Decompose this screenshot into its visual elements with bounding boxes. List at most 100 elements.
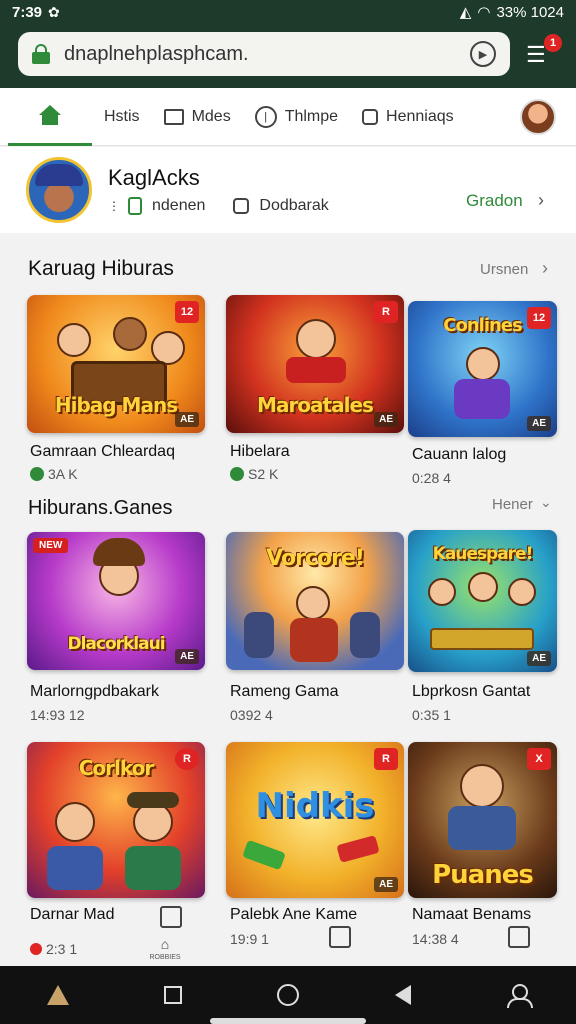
age-badge: AE xyxy=(527,651,551,666)
character-art xyxy=(286,357,346,383)
recents-nav-button[interactable] xyxy=(153,975,193,1015)
back-nav-button[interactable] xyxy=(383,975,423,1015)
tab-home[interactable] xyxy=(8,88,92,146)
game-art-title: Maroatales xyxy=(257,393,374,417)
checkbox-icon[interactable] xyxy=(233,198,250,214)
game-card[interactable]: Hibag Mans 12 AE xyxy=(27,295,205,433)
game-meta: 0392 4 xyxy=(230,707,273,723)
game-title[interactable]: Marlorngpdbakark xyxy=(30,683,159,701)
chevron-down-icon[interactable]: ⌄ xyxy=(540,494,552,511)
tab-hstis[interactable]: Hstis xyxy=(92,88,152,146)
game-card[interactable]: Conlines 12 AE xyxy=(408,301,557,437)
rating-badge: R xyxy=(374,301,398,323)
game-card[interactable]: Dlacorklaui NEW AE xyxy=(27,532,205,670)
game-meta-text: 14:38 4 xyxy=(412,931,459,947)
game-title[interactable]: Rameng Gama xyxy=(230,683,339,701)
home-nav-button[interactable] xyxy=(38,975,78,1015)
game-title[interactable]: Hibelara xyxy=(230,443,290,461)
game-title[interactable]: Namaat Benams xyxy=(412,906,531,924)
game-meta: 0:28 4 xyxy=(412,470,451,486)
game-meta: 3A K xyxy=(30,466,78,482)
character-art xyxy=(57,323,91,357)
home-icon xyxy=(46,985,69,1005)
user-icon xyxy=(507,984,534,1008)
new-badge: NEW xyxy=(33,538,69,553)
character-art xyxy=(47,846,103,890)
nav-tabs: Hstis Mdes | Thlmpe Henniaqs xyxy=(0,88,576,146)
close-badge[interactable]: X xyxy=(527,748,551,770)
heart-icon xyxy=(30,943,42,955)
notification-icon: ✿ xyxy=(48,3,60,20)
character-art xyxy=(296,319,336,359)
game-meta-text: 14:93 12 xyxy=(30,707,85,723)
chevron-right-icon[interactable]: › xyxy=(538,190,544,211)
circle-nav-button[interactable] xyxy=(268,975,308,1015)
candy-art xyxy=(242,839,286,871)
character-art xyxy=(125,846,181,890)
candy-art xyxy=(336,835,380,863)
game-meta-text: S2 K xyxy=(248,466,279,482)
bookmark-icon[interactable] xyxy=(160,906,182,928)
age-badge: AE xyxy=(527,416,551,431)
game-card[interactable]: Puanes X xyxy=(408,742,557,898)
game-art-title: Kauespare! xyxy=(432,544,534,564)
menu-icon[interactable]: ☰ 1 xyxy=(526,34,562,72)
game-card[interactable]: Vorcore! xyxy=(226,532,404,670)
character-art xyxy=(151,331,185,365)
character-art xyxy=(508,578,536,606)
profile-nav-button[interactable] xyxy=(498,975,538,1015)
game-card[interactable]: Kauespare! AE xyxy=(408,530,557,672)
address-bar[interactable]: dnaplnehplasphcam. ▶ xyxy=(18,32,510,76)
back-icon xyxy=(395,985,412,1005)
game-title[interactable]: Cauann lalog xyxy=(412,446,506,464)
profile-avatar[interactable] xyxy=(26,157,92,223)
status-right-text: 33% 1024 xyxy=(496,3,564,21)
list-icon xyxy=(163,108,184,125)
section-see-all-link[interactable]: Hener xyxy=(492,496,533,513)
game-card[interactable]: Nidkis R AE xyxy=(226,742,404,898)
character-art xyxy=(468,572,498,602)
tab-mdes[interactable]: Mdes xyxy=(152,88,243,146)
section-title: Karuag Hiburas xyxy=(28,257,174,280)
rating-badge: 12 xyxy=(527,307,551,329)
bookmark-icon[interactable] xyxy=(508,926,530,948)
game-meta: 2:3 1 xyxy=(30,941,77,957)
game-title[interactable]: Darnar Mad xyxy=(30,906,114,924)
game-meta: 19:9 1 xyxy=(230,931,269,947)
bookmark-icon[interactable] xyxy=(329,926,351,948)
game-meta-text: 2:3 1 xyxy=(46,941,78,957)
game-card[interactable]: Corlkor R xyxy=(27,742,205,898)
chevron-right-icon[interactable]: › xyxy=(542,258,548,279)
age-badge: AE xyxy=(175,649,199,664)
tab-label: Hstis xyxy=(104,107,140,125)
character-art xyxy=(454,379,510,419)
game-meta-text: 0392 4 xyxy=(230,707,273,723)
game-title[interactable]: Lbprkosn Gantat xyxy=(412,683,530,701)
game-title[interactable]: Gamraan Chleardaq xyxy=(30,443,175,461)
profile-action-link[interactable]: Gradon xyxy=(466,191,523,211)
section-see-all-link[interactable]: Ursnen xyxy=(480,261,528,278)
title-banner-art xyxy=(430,628,534,650)
game-meta: 14:38 4 xyxy=(412,931,459,947)
game-meta-text: 0:28 4 xyxy=(412,470,451,486)
system-nav-bar xyxy=(0,966,576,1024)
game-art-title: Nidkis xyxy=(255,786,375,826)
game-title[interactable]: Palebk Ane Kame xyxy=(230,906,357,924)
character-art xyxy=(466,347,500,381)
tab-thlmpe[interactable]: | Thlmpe xyxy=(243,88,350,146)
status-bar: 7:39 ✿ ◭ ◠ 33% 1024 xyxy=(0,0,576,24)
browser-toolbar: dnaplnehplasphcam. ▶ ☰ 1 xyxy=(0,24,576,88)
game-card[interactable]: Maroatales R AE xyxy=(226,295,404,433)
game-art-title: Vorcore! xyxy=(266,546,365,571)
play-icon[interactable]: ▶ xyxy=(470,41,496,67)
gesture-bar[interactable] xyxy=(210,1018,366,1024)
tab-henniaqs[interactable]: Henniaqs xyxy=(350,88,466,146)
game-art-title: Dlacorklaui xyxy=(67,634,165,654)
game-art-title: Corlkor xyxy=(78,756,155,780)
share-icon[interactable]: ⌂ xyxy=(143,936,187,952)
character-art xyxy=(460,764,504,808)
square-icon xyxy=(362,108,379,125)
url-text[interactable]: dnaplnehplasphcam. xyxy=(64,43,470,66)
timer-icon: | xyxy=(254,105,277,128)
user-avatar[interactable] xyxy=(520,98,556,135)
